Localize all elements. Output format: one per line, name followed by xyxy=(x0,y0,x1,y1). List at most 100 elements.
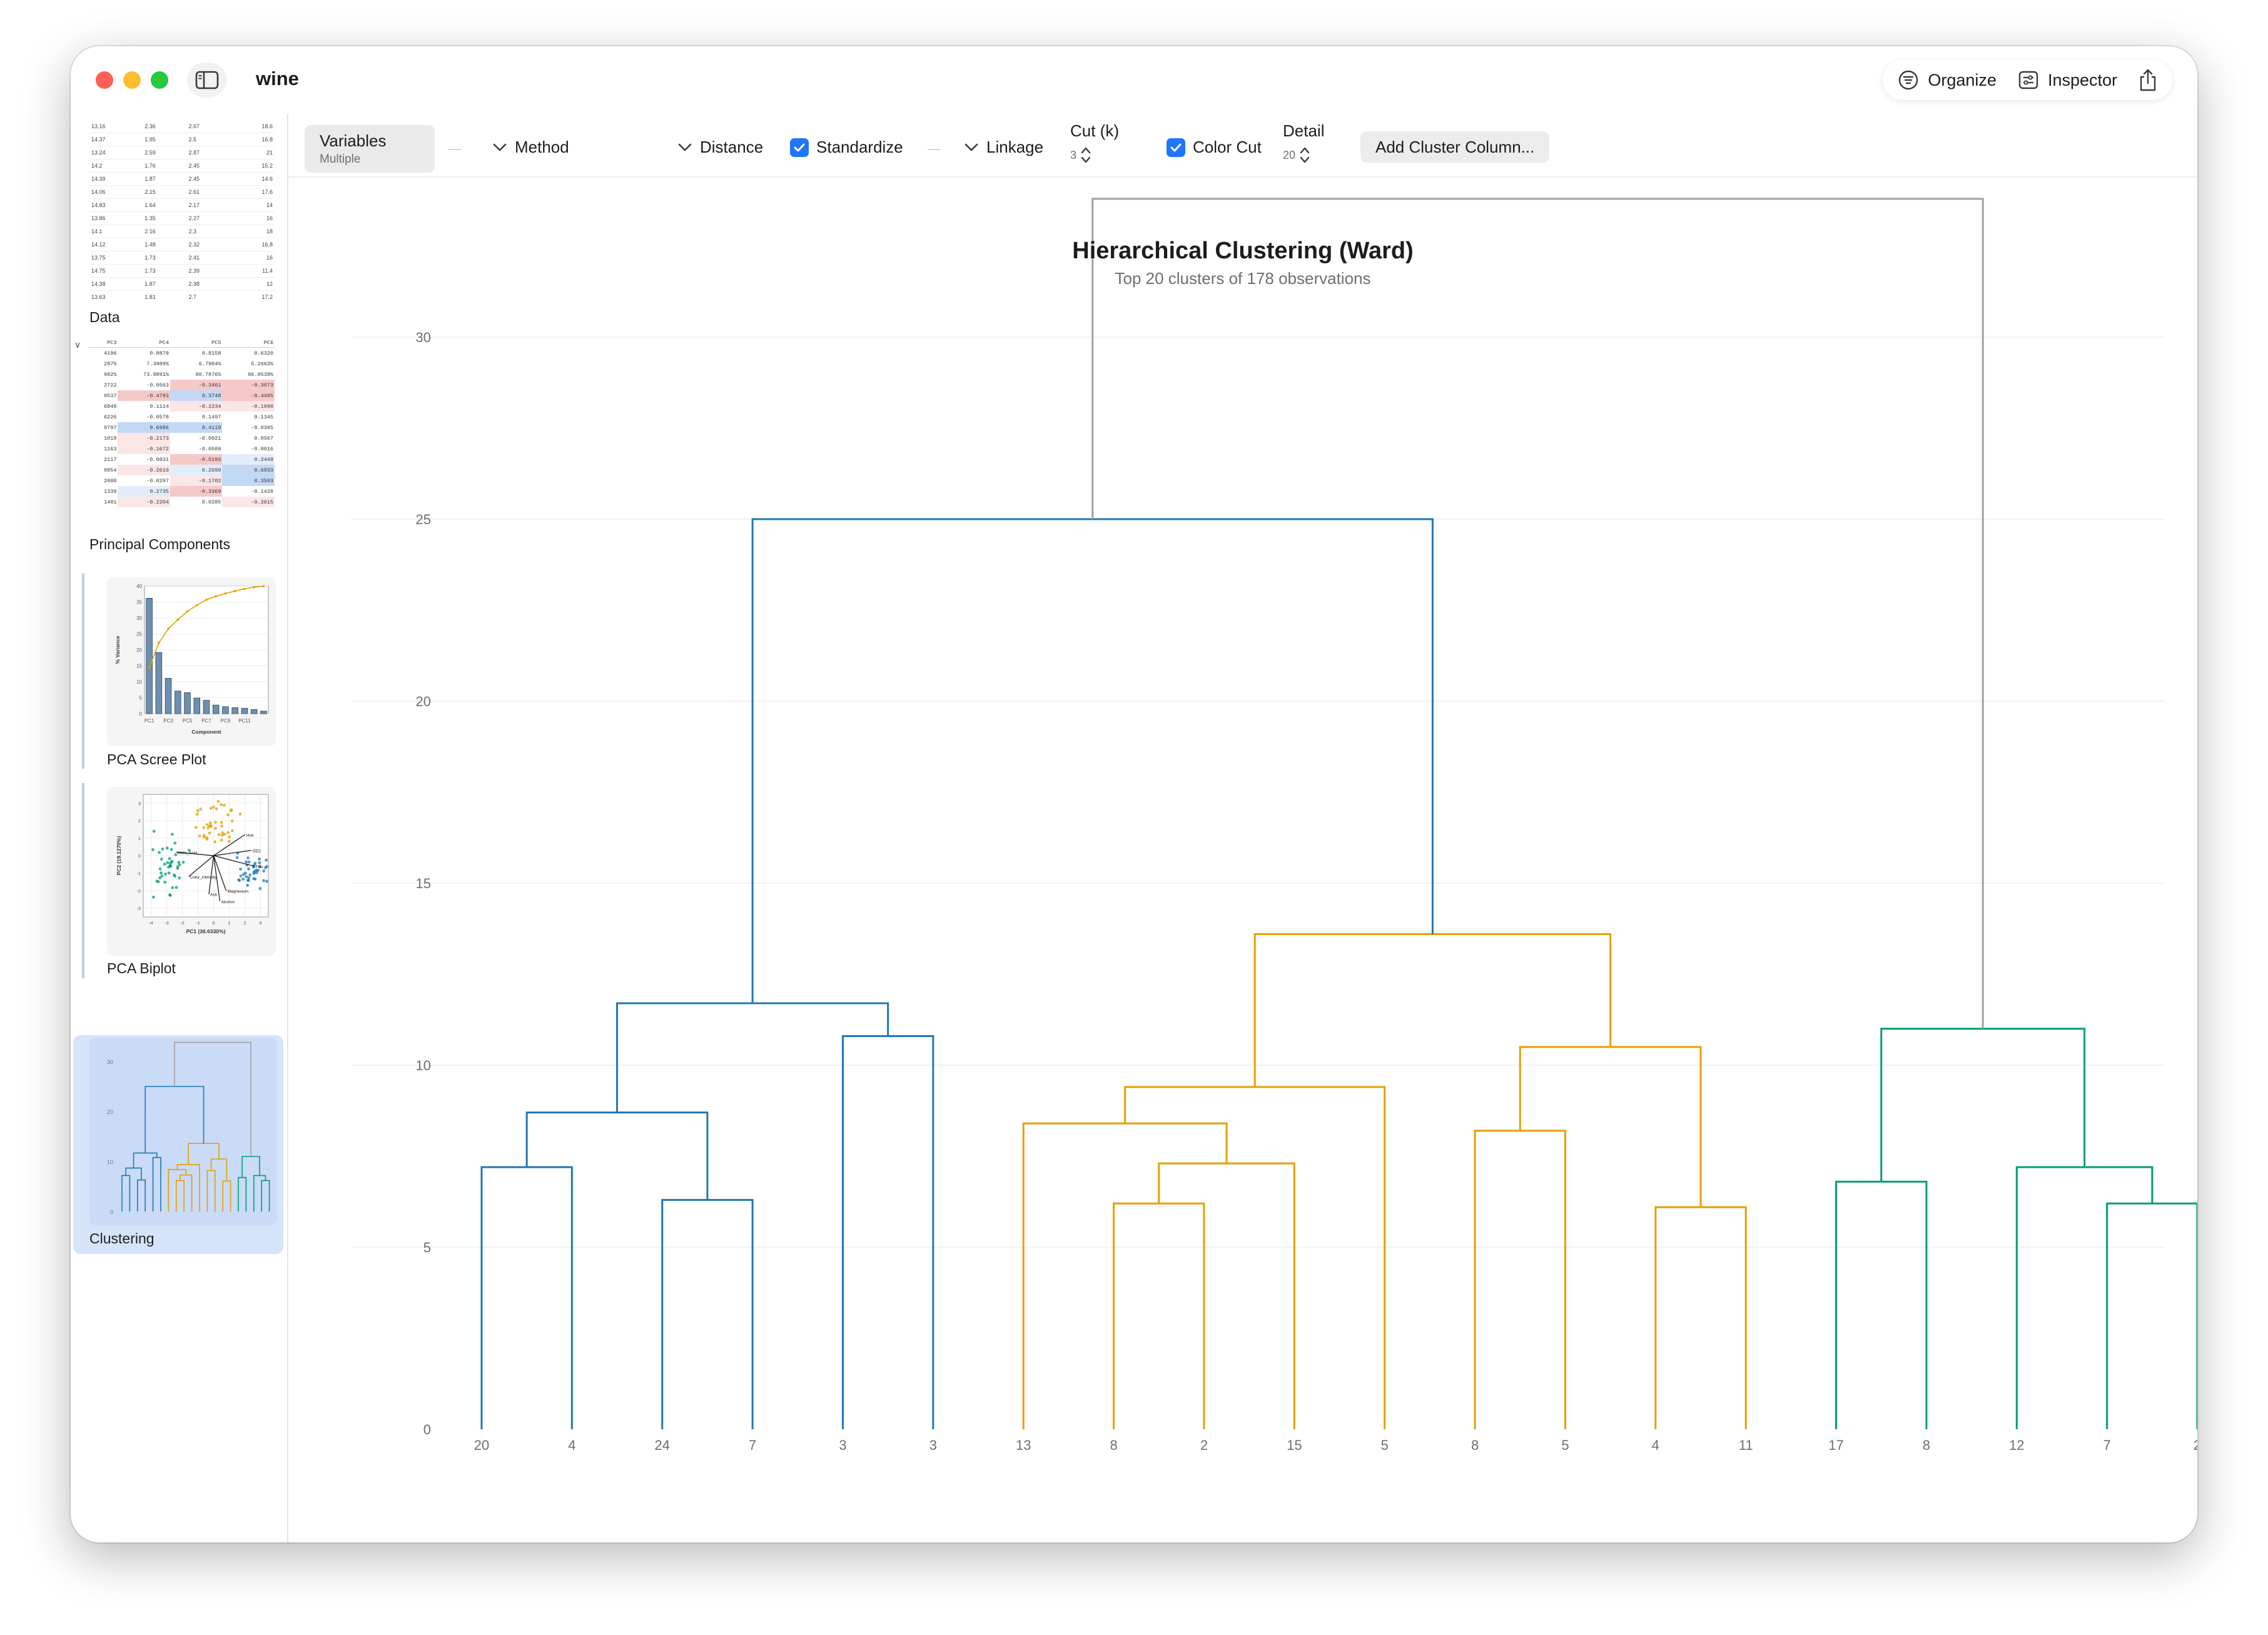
linkage-dropdown[interactable]: Linkage xyxy=(964,138,1043,157)
scree-x-tick: PC11 xyxy=(238,718,251,724)
biplot-point xyxy=(235,856,239,859)
document-title: wine xyxy=(256,68,299,89)
table-cell: -0.1702 xyxy=(170,475,223,486)
biplot-point xyxy=(175,886,178,889)
biplot-point xyxy=(247,879,250,882)
scree-x-tick: PC1 xyxy=(144,718,154,724)
thumb-dendrogram-link xyxy=(176,1180,185,1212)
standardize-toggle[interactable]: Standardize xyxy=(790,138,903,157)
biplot-x-tick: -4 xyxy=(149,920,153,926)
scree-bar xyxy=(260,711,267,714)
dendrogram-link xyxy=(751,518,1434,1004)
scree-x-tick: PC7 xyxy=(201,718,211,724)
color-cut-checkbox[interactable] xyxy=(1167,138,1185,157)
scree-y-tick: 5 xyxy=(139,696,143,701)
thumb-y-tick: 10 xyxy=(107,1159,113,1165)
table-cell: -0.2610 xyxy=(118,465,170,475)
sidebar-item-pca-scree-plot[interactable]: 0 5 10 15 20 25 30 35 40 PC1 PC3 PC5 PC7 PC9 PC11 Compo… xyxy=(71,574,287,780)
table-cell: 0.8158 xyxy=(201,350,221,357)
biplot-y-tick: 3 xyxy=(138,801,141,806)
table-row: 14.1 2.16 2.3 18 xyxy=(89,225,275,238)
thumb-dendrogram-link xyxy=(121,1175,131,1212)
biplot-point xyxy=(246,856,250,860)
biplot-x-tick: -3 xyxy=(165,920,169,926)
biplot-point xyxy=(202,826,206,829)
sidebar-item-label: Principal Components xyxy=(89,536,231,552)
share-button[interactable] xyxy=(2139,68,2157,92)
thumb-dendrogram-link xyxy=(241,1156,260,1178)
table-row: 13.24 2.59 2.87 21 xyxy=(89,146,275,159)
table-cell: 2.61 xyxy=(188,189,200,195)
leaf-label: 5 xyxy=(1381,1437,1389,1453)
scree-cumulative-point xyxy=(158,642,160,644)
sidebar-toggle-button[interactable] xyxy=(187,63,227,98)
biplot-point xyxy=(247,867,250,871)
scree-cumulative-point xyxy=(167,627,170,630)
biplot-point xyxy=(230,819,234,823)
biplot-point xyxy=(245,860,248,864)
table-cell: 1.87 xyxy=(144,176,156,182)
biplot-point xyxy=(226,813,230,817)
scree-bar xyxy=(203,700,210,714)
table-cell: 86.0539% xyxy=(248,371,273,378)
table-cell: 21 xyxy=(266,149,273,156)
zoom-window-button[interactable] xyxy=(151,71,168,89)
biplot-point xyxy=(265,879,268,883)
biplot-point xyxy=(262,869,266,873)
biplot-vector-label: Ash xyxy=(210,893,218,898)
biplot-y-tick: 1 xyxy=(138,836,141,841)
biplot-x-tick: 3 xyxy=(259,920,261,926)
biplot-point xyxy=(262,879,265,883)
table-cell: 0.2449 xyxy=(222,454,275,465)
sidebar-item-principal-components[interactable]: ∨ PC3 PC4 PC5 PC6 4196 0.8879 0.8158 0.6320 297%… xyxy=(71,336,287,561)
dendrogram-link xyxy=(525,1111,709,1200)
sidebar-item-clustering[interactable]: 0 10 20 30 Clustering xyxy=(73,1035,283,1254)
table-header-cell: PC5 xyxy=(170,338,223,348)
scree-cumulative-point xyxy=(186,610,189,613)
biplot-point xyxy=(164,873,167,876)
sidebar-item-pca-biplot[interactable]: -4 -3 -2 -1 0 1 2 3 3 2 1 0 -1 -2 -3 Hue OD2 Flav Malic_Ac… xyxy=(71,783,287,990)
variables-selector[interactable]: Variables Multiple xyxy=(305,125,435,173)
table-cell: 2.59 xyxy=(144,149,156,156)
stepper-icon[interactable] xyxy=(1299,144,1310,166)
dendrogram-link xyxy=(480,1166,573,1429)
chevron-down-icon xyxy=(493,143,507,151)
table-cell: 18 xyxy=(266,228,273,235)
standardize-checkbox[interactable] xyxy=(790,138,809,157)
leaf-label: 13 xyxy=(1016,1437,1031,1453)
close-window-button[interactable] xyxy=(96,71,113,89)
table-header-cell: PC6 xyxy=(222,338,275,348)
table-cell: 2.45 xyxy=(188,163,200,169)
inspector-button[interactable]: Inspector xyxy=(2018,69,2117,91)
biplot-point xyxy=(158,851,161,854)
biplot-point xyxy=(214,821,217,824)
distance-dropdown[interactable]: Distance xyxy=(677,138,763,157)
scree-cumulative-point xyxy=(195,604,198,607)
scree-y-tick: 40 xyxy=(136,584,142,589)
organize-button[interactable]: Organize xyxy=(1898,69,1997,91)
biplot-vector-label: OD2 xyxy=(253,849,261,854)
biplot-point xyxy=(171,886,175,889)
table-cell: 80.7876% xyxy=(195,371,221,378)
stepper-icon[interactable] xyxy=(1080,144,1091,166)
data-preview-table: 13.16 2.36 2.67 18.6 14.37 1.95 2.5 16.8 13.24 2.… xyxy=(89,120,275,301)
thumb-dendrogram-link xyxy=(188,1143,220,1165)
biplot-point xyxy=(194,826,198,829)
table-cell: 0.0567 xyxy=(254,435,273,442)
dendrogram-link xyxy=(1654,1206,1747,1429)
table-row: 14.75 1.73 2.39 11.4 xyxy=(89,265,275,278)
table-cell: 1.73 xyxy=(144,255,156,261)
biplot-point xyxy=(159,858,163,861)
table-cell: -0.2234 xyxy=(170,401,223,412)
add-cluster-column-button[interactable]: Add Cluster Column... xyxy=(1360,131,1550,163)
scree-bar xyxy=(222,706,229,714)
minimize-window-button[interactable] xyxy=(123,71,141,89)
method-dropdown[interactable]: Method xyxy=(492,138,569,157)
data-thumbnail: 13.16 2.36 2.67 18.6 14.37 1.95 2.5 16.8 13.24 2.… xyxy=(89,120,275,301)
color-cut-toggle[interactable]: Color Cut xyxy=(1167,138,1262,157)
sidebar-item-data[interactable]: 13.16 2.36 2.67 18.6 14.37 1.95 2.5 16.8 13.24 2.… xyxy=(71,114,287,333)
disclosure-chevron-icon[interactable]: ∨ xyxy=(74,340,81,350)
table-cell: -0.5193 xyxy=(170,454,223,465)
sidebar-item-label: Data xyxy=(89,309,120,325)
leaf-label: 4 xyxy=(568,1437,575,1453)
